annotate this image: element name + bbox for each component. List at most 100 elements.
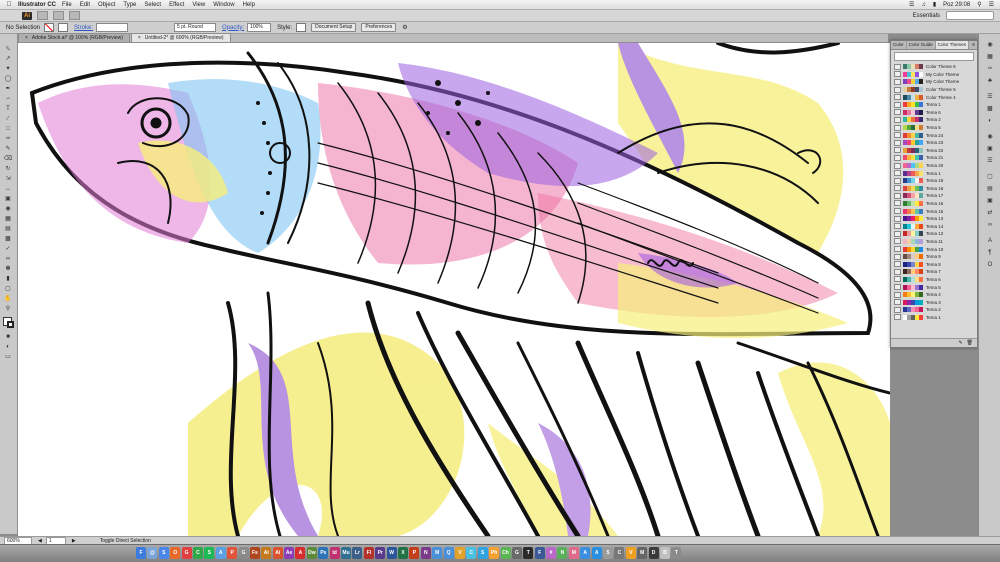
theme-swatches[interactable] bbox=[903, 314, 923, 320]
wifi-icon[interactable]: ☰ bbox=[909, 1, 914, 8]
menu-type[interactable]: Type bbox=[123, 2, 136, 8]
color-swatch[interactable] bbox=[919, 238, 923, 244]
theme-row[interactable]: Tema 24 bbox=[894, 131, 975, 139]
perspective-grid-tool-icon[interactable]: ▦ bbox=[3, 216, 13, 223]
selection-tool-icon[interactable]: ⬁ bbox=[3, 46, 13, 53]
appearance-panel-icon[interactable]: ◉ bbox=[986, 134, 994, 141]
color-swatch[interactable] bbox=[919, 102, 923, 108]
color-swatch[interactable] bbox=[919, 64, 923, 70]
eyedropper-tool-icon[interactable]: ✓ bbox=[3, 246, 13, 253]
dock-app-icon[interactable]: V bbox=[625, 547, 636, 559]
stroke-swatch[interactable] bbox=[7, 321, 14, 328]
notification-center-icon[interactable]: ☰ bbox=[989, 1, 994, 8]
current-tool-status[interactable]: Toggle Direct Selection bbox=[100, 538, 151, 544]
dock-app-icon[interactable]: Ae bbox=[284, 547, 295, 559]
theme-swatches[interactable] bbox=[903, 254, 923, 260]
dock-app-icon[interactable]: N bbox=[557, 547, 568, 559]
color-swatch[interactable] bbox=[919, 155, 923, 161]
color-swatch[interactable] bbox=[919, 307, 923, 313]
dock-app-icon[interactable]: A bbox=[295, 547, 306, 559]
graphic-style-swatch[interactable] bbox=[296, 23, 307, 32]
dock-app-icon[interactable]: A bbox=[591, 547, 602, 559]
color-swatch[interactable] bbox=[919, 87, 923, 93]
dock-app-icon[interactable]: S bbox=[477, 547, 488, 559]
tab-color-guide[interactable]: Color Guide bbox=[907, 41, 936, 49]
dock-app-icon[interactable]: O bbox=[170, 547, 181, 559]
paintbrush-tool-icon[interactable]: ✑ bbox=[3, 136, 13, 143]
dock-app-icon[interactable]: @ bbox=[147, 547, 158, 559]
column-graph-tool-icon[interactable]: ▮ bbox=[3, 276, 13, 283]
color-swatch[interactable] bbox=[919, 117, 923, 123]
lasso-tool-icon[interactable]: ◯ bbox=[3, 76, 13, 83]
theme-swatches[interactable] bbox=[903, 163, 923, 169]
theme-row[interactable]: Tema 1 bbox=[894, 101, 975, 109]
color-swatch[interactable] bbox=[919, 94, 923, 100]
shape-builder-tool-icon[interactable]: ◉ bbox=[3, 206, 13, 213]
theme-row[interactable]: Tema 2 bbox=[894, 116, 975, 124]
theme-swatches[interactable] bbox=[903, 231, 923, 237]
rotate-tool-icon[interactable]: ↻ bbox=[3, 166, 13, 173]
color-swatch[interactable] bbox=[919, 216, 923, 222]
opentype-panel-icon[interactable]: O bbox=[986, 262, 994, 269]
color-swatch[interactable] bbox=[919, 299, 923, 305]
character-panel-icon[interactable]: A bbox=[986, 238, 994, 245]
artboards-panel-icon[interactable]: ▢ bbox=[986, 174, 994, 181]
dock-app-icon[interactable]: Ai bbox=[272, 547, 283, 559]
menu-edit[interactable]: Edit bbox=[80, 2, 90, 8]
dock-app-icon[interactable]: Mu bbox=[341, 547, 352, 559]
color-swatch[interactable] bbox=[919, 261, 923, 267]
drawing-mode-icon[interactable]: ◐ bbox=[3, 344, 13, 351]
panel-menu-icon[interactable]: ≡ bbox=[970, 41, 977, 49]
dock-app-icon[interactable]: Fs bbox=[249, 547, 260, 559]
gpu-performance-icon[interactable] bbox=[69, 11, 80, 20]
menu-help[interactable]: Help bbox=[243, 2, 255, 8]
dock-app-icon[interactable]: Pr bbox=[375, 547, 386, 559]
theme-swatches[interactable] bbox=[903, 269, 923, 275]
dock-app-icon[interactable]: # bbox=[546, 547, 557, 559]
dock-app-icon[interactable]: S bbox=[158, 547, 169, 559]
theme-swatches[interactable] bbox=[903, 102, 923, 108]
symbol-sprayer-tool-icon[interactable]: ✽ bbox=[3, 266, 13, 273]
dock-app-icon[interactable]: P bbox=[227, 547, 238, 559]
theme-swatches[interactable] bbox=[903, 246, 923, 252]
theme-swatches[interactable] bbox=[903, 147, 923, 153]
dock-app-icon[interactable]: P bbox=[409, 547, 420, 559]
links-panel-icon[interactable]: ∞ bbox=[986, 222, 994, 229]
tab-color[interactable]: Color bbox=[891, 41, 907, 49]
theme-row[interactable]: Tema 3 bbox=[894, 298, 975, 306]
theme-row[interactable]: Tema 9 bbox=[894, 253, 975, 261]
dock-app-icon[interactable]: M bbox=[637, 547, 648, 559]
battery-icon[interactable]: ▮ bbox=[933, 1, 936, 8]
align-panel-icon[interactable]: ▤ bbox=[986, 186, 994, 193]
theme-swatches[interactable] bbox=[903, 64, 923, 70]
dock-app-icon[interactable]: Ps bbox=[318, 547, 329, 559]
menu-window[interactable]: Window bbox=[213, 2, 234, 8]
color-swatch[interactable] bbox=[919, 314, 923, 320]
screen-mode-icon[interactable]: ▭ bbox=[3, 354, 13, 361]
dock-app-icon[interactable]: Ph bbox=[489, 547, 500, 559]
workspace-switcher[interactable]: Essentials bbox=[913, 13, 940, 19]
dock-app-icon[interactable]: Q bbox=[443, 547, 454, 559]
dock-app-icon[interactable]: Fl bbox=[363, 547, 374, 559]
theme-swatches[interactable] bbox=[903, 109, 923, 115]
dock-app-icon[interactable]: T bbox=[671, 547, 682, 559]
arrange-icon[interactable]: ⚙ bbox=[402, 24, 407, 31]
artboard-tool-icon[interactable]: ▢ bbox=[3, 286, 13, 293]
eraser-tool-icon[interactable]: ⌫ bbox=[3, 156, 13, 163]
color-mode-icon[interactable]: ■ bbox=[3, 334, 13, 341]
dock-app-icon[interactable]: T bbox=[523, 547, 534, 559]
theme-swatches[interactable] bbox=[903, 87, 923, 93]
color-swatch[interactable] bbox=[919, 185, 923, 191]
app-name-menu[interactable]: Illustrator CC bbox=[18, 2, 56, 8]
color-panel-icon[interactable]: ◉ bbox=[986, 42, 994, 49]
graphic-styles-panel-icon[interactable]: ▣ bbox=[986, 146, 994, 153]
theme-row[interactable]: Color Theme 4 bbox=[894, 93, 975, 101]
dock-app-icon[interactable]: Id bbox=[329, 547, 340, 559]
color-swatch[interactable] bbox=[919, 246, 923, 252]
apple-icon[interactable]:  bbox=[4, 1, 14, 8]
color-swatch[interactable] bbox=[919, 208, 923, 214]
theme-swatches[interactable] bbox=[903, 238, 923, 244]
dock-app-icon[interactable]: A bbox=[215, 547, 226, 559]
hand-tool-icon[interactable]: ✋ bbox=[3, 296, 13, 303]
color-swatch[interactable] bbox=[919, 200, 923, 206]
